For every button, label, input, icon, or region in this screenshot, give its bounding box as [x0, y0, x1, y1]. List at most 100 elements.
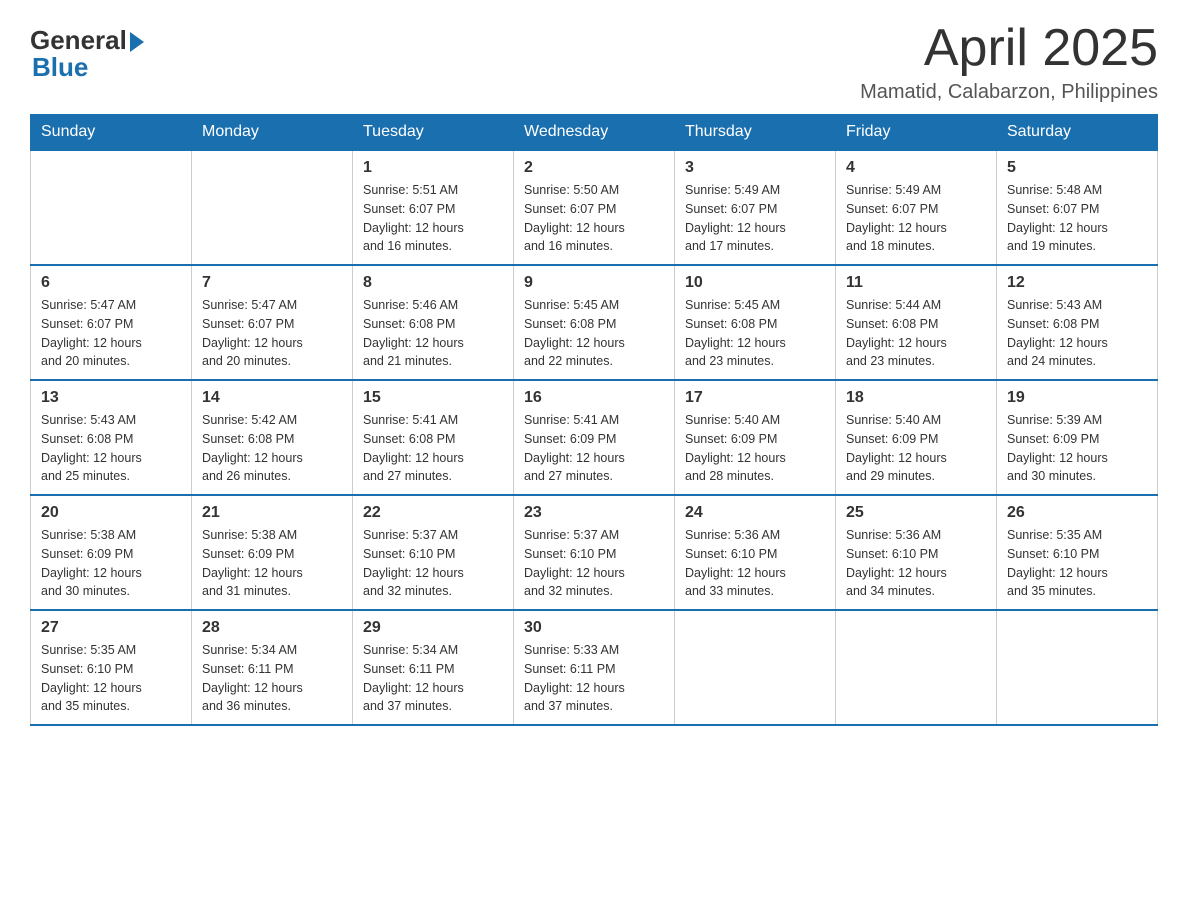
- day-number: 7: [202, 274, 342, 292]
- day-info: Sunrise: 5:35 AM Sunset: 6:10 PM Dayligh…: [1007, 526, 1147, 601]
- day-info: Sunrise: 5:40 AM Sunset: 6:09 PM Dayligh…: [846, 411, 986, 486]
- calendar-table: SundayMondayTuesdayWednesdayThursdayFrid…: [30, 114, 1158, 726]
- calendar-cell: [31, 150, 192, 265]
- day-info: Sunrise: 5:46 AM Sunset: 6:08 PM Dayligh…: [363, 296, 503, 371]
- calendar-cell: 30 Sunrise: 5:33 AM Sunset: 6:11 PM Dayli…: [514, 610, 675, 725]
- day-number: 22: [363, 504, 503, 522]
- day-of-week-header: Friday: [836, 115, 997, 151]
- day-info: Sunrise: 5:47 AM Sunset: 6:07 PM Dayligh…: [202, 296, 342, 371]
- logo-arrow-icon: [130, 32, 144, 52]
- day-info: Sunrise: 5:47 AM Sunset: 6:07 PM Dayligh…: [41, 296, 181, 371]
- day-info: Sunrise: 5:36 AM Sunset: 6:10 PM Dayligh…: [846, 526, 986, 601]
- day-number: 29: [363, 619, 503, 637]
- day-of-week-header: Saturday: [997, 115, 1158, 151]
- day-info: Sunrise: 5:38 AM Sunset: 6:09 PM Dayligh…: [41, 526, 181, 601]
- day-number: 28: [202, 619, 342, 637]
- calendar-cell: 24Sunrise: 5:36 AM Sunset: 6:10 PM Dayli…: [675, 495, 836, 610]
- day-number: 19: [1007, 389, 1147, 407]
- day-info: Sunrise: 5:35 AM Sunset: 6:10 PM Dayligh…: [41, 641, 181, 716]
- day-number: 1: [363, 159, 503, 177]
- day-info: Sunrise: 5:49 AM Sunset: 6:07 PM Dayligh…: [685, 181, 825, 256]
- calendar-cell: [675, 610, 836, 725]
- calendar-cell: [192, 150, 353, 265]
- day-number: 20: [41, 504, 181, 522]
- calendar-cell: 25 Sunrise: 5:36 AM Sunset: 6:10 PM Dayli…: [836, 495, 997, 610]
- logo: General Blue: [30, 20, 144, 83]
- day-info: Sunrise: 5:43 AM Sunset: 6:08 PM Dayligh…: [1007, 296, 1147, 371]
- calendar-cell: 8 Sunrise: 5:46 AM Sunset: 6:08 PM Daylig…: [353, 265, 514, 380]
- day-info: Sunrise: 5:45 AM Sunset: 6:08 PM Dayligh…: [685, 296, 825, 371]
- calendar-week-row: 6 Sunrise: 5:47 AM Sunset: 6:07 PM Daylig…: [31, 265, 1158, 380]
- day-number: 26: [1007, 504, 1147, 522]
- calendar-week-row: 27 Sunrise: 5:35 AM Sunset: 6:10 PM Dayli…: [31, 610, 1158, 725]
- calendar-cell: 27 Sunrise: 5:35 AM Sunset: 6:10 PM Dayli…: [31, 610, 192, 725]
- day-number: 18: [846, 389, 986, 407]
- day-info: Sunrise: 5:41 AM Sunset: 6:09 PM Dayligh…: [524, 411, 664, 486]
- day-info: Sunrise: 5:43 AM Sunset: 6:08 PM Dayligh…: [41, 411, 181, 486]
- day-of-week-header: Sunday: [31, 115, 192, 151]
- calendar-week-row: 20 Sunrise: 5:38 AM Sunset: 6:09 PM Dayli…: [31, 495, 1158, 610]
- day-number: 10: [685, 274, 825, 292]
- day-info: Sunrise: 5:34 AM Sunset: 6:11 PM Dayligh…: [202, 641, 342, 716]
- day-number: 2: [524, 159, 664, 177]
- calendar-cell: 29 Sunrise: 5:34 AM Sunset: 6:11 PM Dayli…: [353, 610, 514, 725]
- day-number: 17: [685, 389, 825, 407]
- calendar-cell: 26 Sunrise: 5:35 AM Sunset: 6:10 PM Dayli…: [997, 495, 1158, 610]
- day-info: Sunrise: 5:38 AM Sunset: 6:09 PM Dayligh…: [202, 526, 342, 601]
- day-number: 8: [363, 274, 503, 292]
- calendar-cell: 7 Sunrise: 5:47 AM Sunset: 6:07 PM Daylig…: [192, 265, 353, 380]
- calendar-cell: [997, 610, 1158, 725]
- calendar-cell: 5 Sunrise: 5:48 AM Sunset: 6:07 PM Daylig…: [997, 150, 1158, 265]
- calendar-cell: 2 Sunrise: 5:50 AM Sunset: 6:07 PM Daylig…: [514, 150, 675, 265]
- day-number: 24: [685, 504, 825, 522]
- day-info: Sunrise: 5:33 AM Sunset: 6:11 PM Dayligh…: [524, 641, 664, 716]
- day-info: Sunrise: 5:41 AM Sunset: 6:08 PM Dayligh…: [363, 411, 503, 486]
- day-number: 30: [524, 619, 664, 637]
- day-info: Sunrise: 5:49 AM Sunset: 6:07 PM Dayligh…: [846, 181, 986, 256]
- day-number: 9: [524, 274, 664, 292]
- calendar-cell: 4Sunrise: 5:49 AM Sunset: 6:07 PM Daylig…: [836, 150, 997, 265]
- calendar-cell: 21 Sunrise: 5:38 AM Sunset: 6:09 PM Dayli…: [192, 495, 353, 610]
- calendar-header-row: SundayMondayTuesdayWednesdayThursdayFrid…: [31, 115, 1158, 151]
- day-number: 11: [846, 274, 986, 292]
- calendar-cell: [836, 610, 997, 725]
- title-section: April 2025 Mamatid, Calabarzon, Philippi…: [860, 20, 1158, 104]
- day-info: Sunrise: 5:51 AM Sunset: 6:07 PM Dayligh…: [363, 181, 503, 256]
- day-number: 5: [1007, 159, 1147, 177]
- calendar-cell: 1 Sunrise: 5:51 AM Sunset: 6:07 PM Daylig…: [353, 150, 514, 265]
- day-info: Sunrise: 5:40 AM Sunset: 6:09 PM Dayligh…: [685, 411, 825, 486]
- day-info: Sunrise: 5:45 AM Sunset: 6:08 PM Dayligh…: [524, 296, 664, 371]
- calendar-cell: 14Sunrise: 5:42 AM Sunset: 6:08 PM Dayli…: [192, 380, 353, 495]
- calendar-week-row: 13 Sunrise: 5:43 AM Sunset: 6:08 PM Dayli…: [31, 380, 1158, 495]
- location-title: Mamatid, Calabarzon, Philippines: [860, 81, 1158, 104]
- calendar-cell: 6 Sunrise: 5:47 AM Sunset: 6:07 PM Daylig…: [31, 265, 192, 380]
- day-info: Sunrise: 5:48 AM Sunset: 6:07 PM Dayligh…: [1007, 181, 1147, 256]
- day-info: Sunrise: 5:37 AM Sunset: 6:10 PM Dayligh…: [363, 526, 503, 601]
- calendar-cell: 28 Sunrise: 5:34 AM Sunset: 6:11 PM Dayli…: [192, 610, 353, 725]
- calendar-cell: 20 Sunrise: 5:38 AM Sunset: 6:09 PM Dayli…: [31, 495, 192, 610]
- day-of-week-header: Tuesday: [353, 115, 514, 151]
- calendar-cell: 11 Sunrise: 5:44 AM Sunset: 6:08 PM Dayli…: [836, 265, 997, 380]
- calendar-cell: 12Sunrise: 5:43 AM Sunset: 6:08 PM Dayli…: [997, 265, 1158, 380]
- day-number: 25: [846, 504, 986, 522]
- day-number: 14: [202, 389, 342, 407]
- day-info: Sunrise: 5:44 AM Sunset: 6:08 PM Dayligh…: [846, 296, 986, 371]
- day-info: Sunrise: 5:39 AM Sunset: 6:09 PM Dayligh…: [1007, 411, 1147, 486]
- calendar-week-row: 1 Sunrise: 5:51 AM Sunset: 6:07 PM Daylig…: [31, 150, 1158, 265]
- day-number: 21: [202, 504, 342, 522]
- day-info: Sunrise: 5:34 AM Sunset: 6:11 PM Dayligh…: [363, 641, 503, 716]
- calendar-cell: 17 Sunrise: 5:40 AM Sunset: 6:09 PM Dayli…: [675, 380, 836, 495]
- logo-blue-text: Blue: [32, 52, 88, 83]
- day-info: Sunrise: 5:50 AM Sunset: 6:07 PM Dayligh…: [524, 181, 664, 256]
- calendar-cell: 10 Sunrise: 5:45 AM Sunset: 6:08 PM Dayli…: [675, 265, 836, 380]
- day-of-week-header: Monday: [192, 115, 353, 151]
- day-number: 3: [685, 159, 825, 177]
- day-number: 6: [41, 274, 181, 292]
- calendar-cell: 23Sunrise: 5:37 AM Sunset: 6:10 PM Dayli…: [514, 495, 675, 610]
- calendar-cell: 19 Sunrise: 5:39 AM Sunset: 6:09 PM Dayli…: [997, 380, 1158, 495]
- calendar-cell: 16Sunrise: 5:41 AM Sunset: 6:09 PM Dayli…: [514, 380, 675, 495]
- calendar-cell: 3 Sunrise: 5:49 AM Sunset: 6:07 PM Daylig…: [675, 150, 836, 265]
- day-number: 27: [41, 619, 181, 637]
- day-number: 13: [41, 389, 181, 407]
- calendar-cell: 9 Sunrise: 5:45 AM Sunset: 6:08 PM Daylig…: [514, 265, 675, 380]
